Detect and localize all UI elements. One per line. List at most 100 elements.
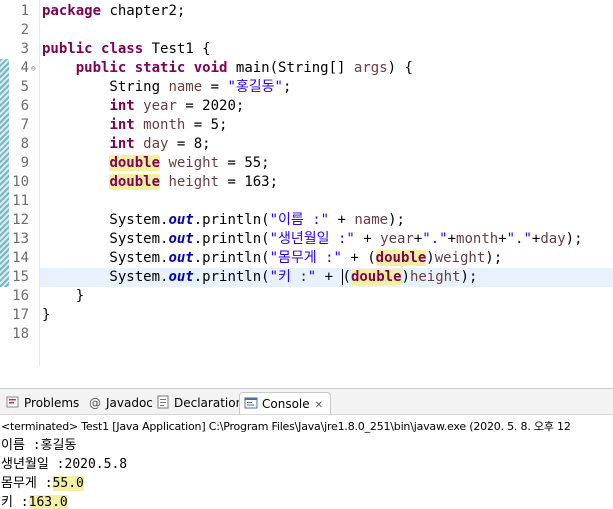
tab-label: Problems [24, 396, 80, 410]
tab-problems[interactable]: Problems [2, 392, 79, 414]
code-token: = 5; [185, 117, 228, 133]
problems-icon [6, 396, 24, 410]
code-line[interactable]: System.out.println("이름 :" + name); [42, 211, 613, 230]
code-token: System. [42, 250, 169, 266]
code-token: double [109, 174, 161, 190]
code-line[interactable]: ​ [42, 192, 613, 211]
svg-text:@: @ [89, 396, 101, 409]
code-token: name [168, 79, 203, 95]
code-line[interactable]: int day = 8; [42, 135, 613, 154]
console-label: 키 : [1, 495, 29, 509]
code-token: main(String[] [227, 60, 354, 76]
code-editor[interactable]: 1 2 3 4 5 6 7 8 9 10 11 12 13 14 15 16 17 18 ⊖ package cha… [0, 0, 613, 366]
line-number: 9 [20, 155, 29, 171]
code-token: day [143, 136, 169, 152]
javadoc-icon: @ [88, 396, 106, 410]
code-token: .println( [193, 269, 270, 285]
code-line[interactable]: public static void main(String[] args) { [42, 59, 613, 78]
code-token: + [316, 269, 342, 285]
code-token: name [354, 212, 389, 228]
code-token: weight [434, 250, 486, 266]
line-number: 15 [12, 269, 29, 285]
code-token: double [375, 250, 427, 266]
code-token: year [143, 98, 177, 114]
code-line[interactable]: int month = 5; [42, 116, 613, 135]
code-token: "홍길동" [227, 79, 283, 95]
code-token: "이름 :" [269, 212, 330, 228]
line-number: 2 [20, 22, 29, 38]
tab-declaration[interactable]: Declaration [152, 392, 243, 414]
close-icon[interactable]: ✕ [315, 400, 323, 411]
code-line[interactable]: } [42, 287, 613, 306]
code-token: = 163; [219, 174, 279, 190]
bottom-panel: Problems @ Javadoc Declaration Console ✕ <ter… [0, 388, 613, 509]
tab-javadoc[interactable]: @ Javadoc [84, 392, 153, 414]
console-output[interactable]: 이름 :홍길동 생년월일 :2020.5.8 몸무게 :55.0 키 :163.0 [1, 436, 127, 509]
line-number: 6 [20, 98, 29, 114]
code-token: package [42, 3, 102, 19]
console-value: 163.0 [28, 495, 68, 509]
code-line[interactable]: ​ [42, 21, 613, 40]
line-number: 13 [12, 231, 29, 247]
code-line[interactable]: ​ [42, 325, 613, 344]
console-line: 이름 :홍길동 [1, 436, 127, 455]
code-token: out [168, 231, 194, 247]
code-token: .println( [193, 212, 270, 228]
code-line[interactable]: } [42, 306, 613, 325]
code-token: month [456, 231, 499, 247]
code-line[interactable]: public class Test1 { [42, 40, 613, 59]
code-token: double [350, 269, 402, 285]
code-token: public [42, 41, 93, 57]
code-token: = 8; [168, 136, 211, 152]
line-number: 1 [20, 3, 29, 19]
code-token: "." [422, 231, 448, 247]
code-token: double [109, 155, 161, 171]
code-line[interactable]: package chapter2; [42, 2, 613, 21]
line-number: 10 [12, 174, 29, 190]
console-value: 홍길동 [40, 438, 77, 453]
code-token: .println( [193, 250, 270, 266]
code-line[interactable]: double height = 163; [42, 173, 613, 192]
line-number: 8 [20, 136, 29, 152]
code-token: int [109, 117, 135, 133]
code-token: chapter2; [101, 3, 186, 19]
code-token: = [202, 79, 228, 95]
line-number: 12 [12, 212, 29, 228]
tab-console[interactable]: Console ✕ [239, 392, 331, 414]
line-number: 14 [12, 250, 29, 266]
code-token: ) [401, 269, 410, 285]
tab-label: Console [262, 397, 310, 411]
code-token: "." [506, 231, 532, 247]
code-token: .println( [193, 231, 270, 247]
code-line[interactable]: System.out.println("생년월일 :" + year+"."+m… [42, 230, 613, 249]
line-number-gutter: 1 2 3 4 5 6 7 8 9 10 11 12 13 14 15 16 17 18 ⊖ [0, 0, 40, 366]
line-number: 16 [12, 288, 29, 304]
code-token: System. [42, 269, 169, 285]
code-line[interactable]: int year = 2020; [42, 97, 613, 116]
code-line[interactable]: System.out.println("키 :" + (double)heigh… [40, 268, 613, 287]
code-line[interactable]: System.out.println("몸무게 :" + (double)wei… [42, 249, 613, 268]
code-area[interactable]: package chapter2;​public class Test1 { p… [40, 2, 613, 344]
code-token: Test1 { [143, 41, 211, 57]
collapse-icon[interactable]: ⊖ [31, 59, 36, 78]
code-line[interactable]: String name = "홍길동"; [42, 78, 613, 97]
code-token: ) { [387, 60, 413, 76]
code-token: int [109, 98, 135, 114]
line-number: 17 [12, 307, 29, 323]
console-label: 이름 : [1, 438, 41, 453]
console-value: 2020.5.8 [64, 457, 128, 472]
code-line[interactable]: double weight = 55; [42, 154, 613, 173]
line-number: 11 [12, 193, 29, 209]
code-token: int [109, 136, 135, 152]
line-number: 5 [20, 79, 29, 95]
console-label: 몸무게 : [1, 476, 53, 491]
